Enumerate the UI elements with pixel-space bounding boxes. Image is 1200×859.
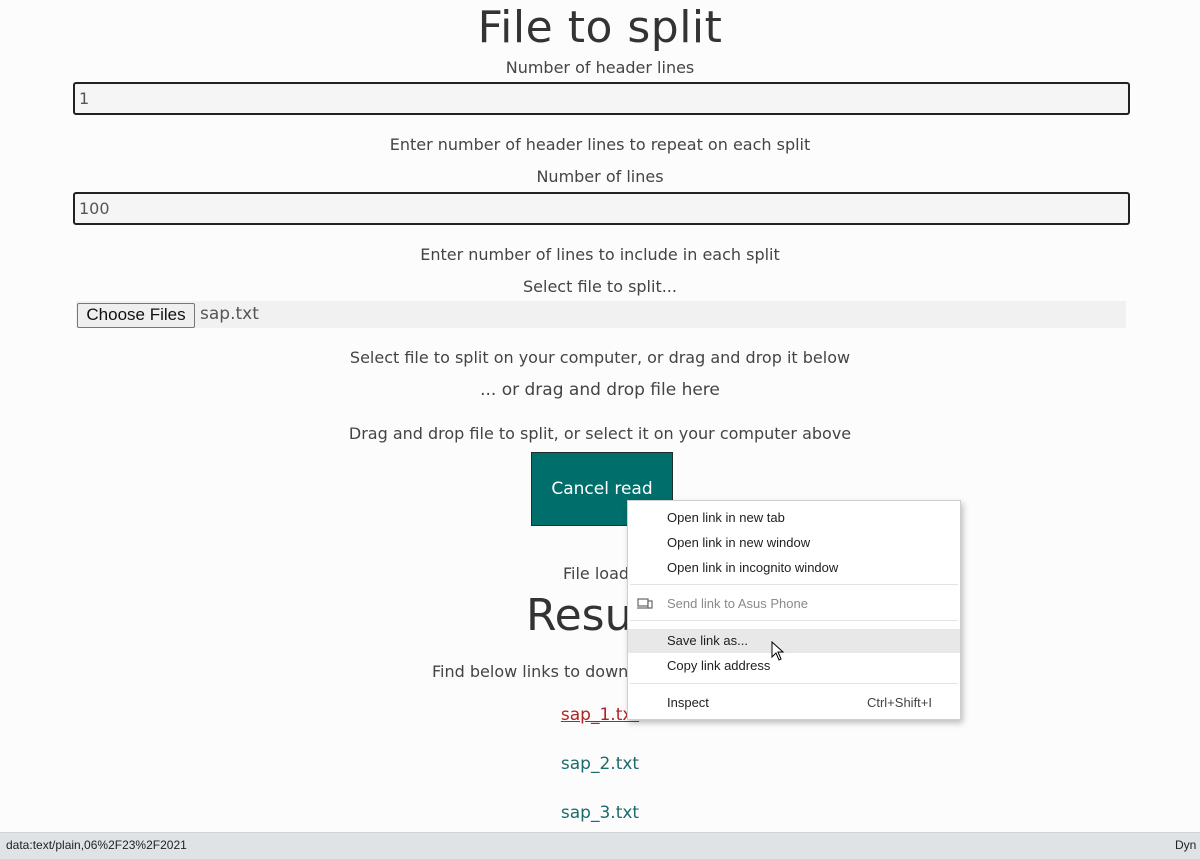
status-bar: data:text/plain,06%2F23%2F2021 Dyn bbox=[0, 832, 1200, 859]
menu-separator bbox=[630, 683, 958, 684]
selected-file-name: sap.txt bbox=[200, 304, 259, 324]
lines-label: Number of lines bbox=[536, 167, 664, 186]
menu-item-label: Open link in new tab bbox=[667, 510, 785, 525]
result-link-2[interactable]: sap_2.txt bbox=[0, 754, 1200, 774]
menu-item-open-new-tab[interactable]: Open link in new tab bbox=[628, 506, 960, 530]
lines-input[interactable]: 100 bbox=[73, 192, 1130, 225]
devices-icon bbox=[637, 598, 653, 609]
header-lines-help: Enter number of header lines to repeat o… bbox=[389, 135, 811, 154]
menu-item-open-new-window[interactable]: Open link in new window bbox=[628, 531, 960, 555]
file-load-status: File load bbox=[563, 564, 630, 583]
file-select-help: Select file to split on your computer, o… bbox=[349, 348, 851, 367]
page-title: File to split bbox=[477, 2, 723, 53]
menu-item-label: Open link in incognito window bbox=[667, 560, 839, 575]
menu-item-label: Send link to Asus Phone bbox=[667, 596, 808, 611]
menu-separator bbox=[630, 584, 958, 585]
menu-item-label: Copy link address bbox=[667, 658, 771, 673]
status-bar-url: data:text/plain,06%2F23%2F2021 bbox=[6, 838, 187, 852]
menu-item-label: Inspect bbox=[667, 695, 709, 710]
results-help: Find below links to downlo bbox=[432, 662, 632, 681]
drop-zone-label[interactable]: ... or drag and drop file here bbox=[0, 380, 1200, 400]
menu-item-shortcut: Ctrl+Shift+I bbox=[866, 695, 932, 710]
lines-help: Enter number of lines to include in each… bbox=[420, 245, 780, 264]
result-link-1[interactable]: sap_1.txt bbox=[0, 705, 1200, 725]
status-bar-right-text: Dyn bbox=[1175, 838, 1197, 852]
menu-separator bbox=[630, 620, 958, 621]
choose-files-button[interactable]: Choose Files bbox=[77, 303, 195, 328]
menu-item-save-link-as[interactable]: Save link as... bbox=[628, 629, 960, 653]
header-lines-label: Number of header lines bbox=[505, 58, 695, 77]
results-heading: Resu bbox=[526, 590, 628, 641]
page: File to split Number of header lines 1 E… bbox=[0, 0, 1200, 859]
menu-item-open-incognito[interactable]: Open link in incognito window bbox=[628, 556, 960, 580]
menu-item-copy-link-address[interactable]: Copy link address bbox=[628, 654, 960, 678]
context-menu: Open link in new tab Open link in new wi… bbox=[627, 500, 961, 720]
result-link-3[interactable]: sap_3.txt bbox=[0, 803, 1200, 823]
menu-item-label: Save link as... bbox=[667, 633, 748, 648]
menu-item-inspect[interactable]: Inspect Ctrl+Shift+I bbox=[628, 691, 960, 715]
header-lines-input[interactable]: 1 bbox=[73, 82, 1130, 115]
menu-item-send-to-phone: Send link to Asus Phone bbox=[628, 592, 960, 616]
drop-zone-help: Drag and drop file to split, or select i… bbox=[348, 424, 852, 443]
file-select-label: Select file to split... bbox=[523, 277, 677, 296]
menu-item-label: Open link in new window bbox=[667, 535, 811, 550]
mouse-cursor-icon bbox=[771, 641, 785, 661]
file-input[interactable]: Choose Files sap.txt bbox=[76, 301, 1126, 328]
